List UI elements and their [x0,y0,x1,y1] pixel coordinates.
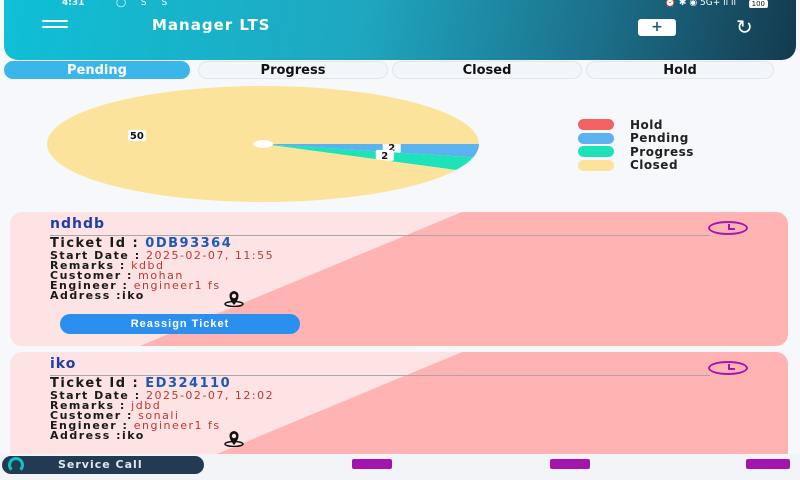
headset-icon [8,457,24,473]
legend-item-pending: Pending [578,131,694,146]
address-row: Address :iko [50,429,145,442]
clock-icon[interactable] [708,221,748,235]
tab-closed[interactable]: Closed [392,61,582,79]
ticket-title: ndhdb [50,216,105,232]
legend-swatch [578,132,614,144]
legend-label: Pending [630,131,689,146]
legend-swatch [578,119,614,131]
address-row: Address :iko [50,289,145,302]
bottom-nav-bar: Service Call [0,454,800,480]
add-button[interactable]: + [638,19,676,36]
location-pin-icon[interactable] [222,289,246,307]
status-app-icons: ◯ S S [116,0,174,8]
flight-icon[interactable] [550,459,590,469]
legend-item-progress: Progress [578,145,694,159]
refresh-icon[interactable]: ↻ [736,17,758,39]
legend-item-hold: Hold [578,118,694,132]
ticket-icon[interactable] [746,459,790,469]
location-pin-icon[interactable] [222,429,246,447]
app-header: 4:31 ◯ S S ⏰ ✱ ◉ 5G+ ıl ıl 100 Manager L… [4,0,796,60]
status-pie-chart: 2 2 50 Hold Pending Progress Closed [0,82,800,210]
message-icon[interactable] [352,459,392,469]
pie-chart-svg: 2250 [47,86,479,202]
legend-item-closed: Closed [578,158,694,173]
status-bar: 4:31 ◯ S S ⏰ ✱ ◉ 5G+ ıl ıl 100 [4,0,796,10]
clock-icon[interactable] [708,361,748,375]
battery-icon: 100 [748,0,768,8]
status-time: 4:31 [62,0,85,8]
ticket-card[interactable]: ndhdb Ticket Id : 0DB93364 Start Date : … [10,212,788,346]
hamburger-menu-icon[interactable] [42,20,68,34]
service-call-button[interactable]: Service Call [2,456,204,474]
tab-pending[interactable]: Pending [4,61,190,79]
pie-data-label: 50 [130,131,144,142]
legend-swatch [578,159,614,171]
ticket-title: iko [50,356,77,372]
tab-hold[interactable]: Hold [586,61,774,79]
page-title: Manager LTS [152,16,271,34]
tab-progress[interactable]: Progress [198,61,388,79]
pie-center-dot [253,140,273,148]
legend-label: Closed [630,158,679,173]
service-call-label: Service Call [58,458,143,471]
reassign-ticket-button[interactable]: Reassign Ticket [60,314,300,334]
legend-swatch [578,146,614,158]
status-signal-icons: ⏰ ✱ ◉ 5G+ ıl ıl [664,0,736,8]
legend-label: Hold [630,117,663,132]
legend-label: Progress [630,144,694,159]
chart-legend: Hold Pending Progress Closed [578,118,694,172]
status-tabs: Pending Progress Closed Hold [4,61,796,79]
